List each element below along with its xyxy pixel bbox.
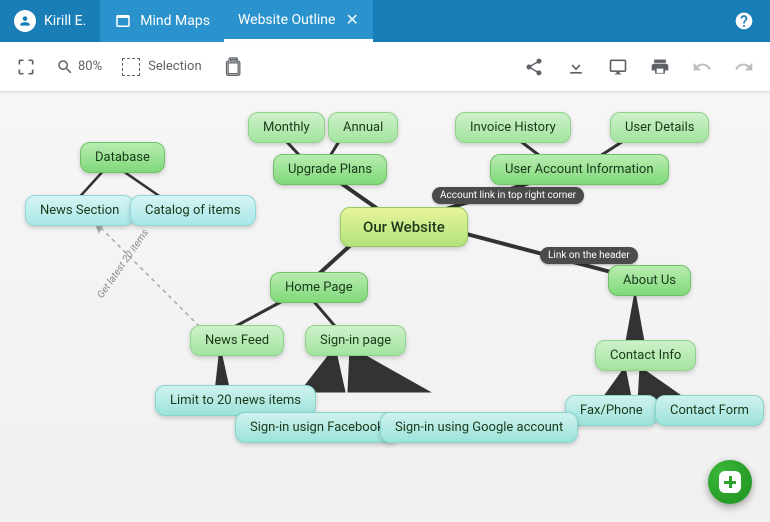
node-home-page[interactable]: Home Page [270,272,368,303]
download-button[interactable] [558,49,594,85]
selection-label: Selection [148,59,201,74]
zoom-icon [56,58,74,76]
redo-icon [734,57,754,77]
share-button[interactable] [516,49,552,85]
node-database[interactable]: Database [80,142,165,173]
node-upgrade-plans[interactable]: Upgrade Plans [273,154,387,185]
undo-button[interactable] [684,49,720,85]
clipboard-button[interactable] [216,49,252,85]
present-button[interactable] [600,49,636,85]
user-menu[interactable]: Kirill E. [0,0,100,42]
library-tab-label: Mind Maps [140,13,210,29]
node-signin-page[interactable]: Sign-in page [305,325,406,356]
close-icon[interactable]: ✕ [345,10,358,29]
library-tab[interactable]: Mind Maps [100,0,224,42]
node-root[interactable]: Our Website [340,207,468,247]
fit-icon [16,57,36,77]
node-user-details[interactable]: User Details [610,112,709,143]
add-node-fab[interactable] [708,460,752,504]
node-invoice-history[interactable]: Invoice History [455,112,571,143]
node-contact-form[interactable]: Contact Form [655,395,764,426]
print-button[interactable] [642,49,678,85]
document-tab[interactable]: Website Outline ✕ [224,0,373,42]
document-tab-label: Website Outline [238,12,336,28]
toolbar: 80% Selection [0,42,770,92]
print-icon [650,57,670,77]
user-name: Kirill E. [44,13,86,29]
folder-icon [114,12,132,30]
monitor-icon [608,57,628,77]
undo-icon [692,57,712,77]
title-bar: Kirill E. Mind Maps Website Outline ✕ [0,0,770,42]
fit-screen-button[interactable] [8,49,44,85]
node-news-section[interactable]: News Section [25,195,134,226]
zoom-value: 80% [78,59,102,74]
plus-icon [719,471,741,493]
redo-button[interactable] [726,49,762,85]
selection-tool[interactable]: Selection [114,58,209,76]
clipboard-icon [224,57,244,77]
mindmap-canvas[interactable]: Database News Section Catalog of items M… [0,92,770,522]
help-button[interactable] [718,0,770,42]
zoom-control[interactable]: 80% [50,58,108,76]
help-icon [734,11,754,31]
node-annual[interactable]: Annual [328,112,398,143]
share-icon [524,57,544,77]
node-signin-facebook[interactable]: Sign-in usign Facebook [235,412,399,443]
selection-icon [122,58,140,76]
node-contact-info[interactable]: Contact Info [595,340,696,371]
node-fax-phone[interactable]: Fax/Phone [565,395,658,426]
edge-badge-header[interactable]: Link on the header [540,247,638,264]
download-icon [566,57,586,77]
edge-badge-account[interactable]: Account link in top right corner [432,187,584,204]
user-icon [14,10,36,32]
node-catalog[interactable]: Catalog of items [130,195,256,226]
node-monthly[interactable]: Monthly [248,112,325,143]
node-about-us[interactable]: About Us [608,265,691,296]
node-news-feed[interactable]: News Feed [190,325,284,356]
node-user-account-info[interactable]: User Account Information [490,154,669,185]
edge-label-get20: Get latest 20 items [95,228,151,301]
node-signin-google[interactable]: Sign-in using Google account [380,412,578,443]
